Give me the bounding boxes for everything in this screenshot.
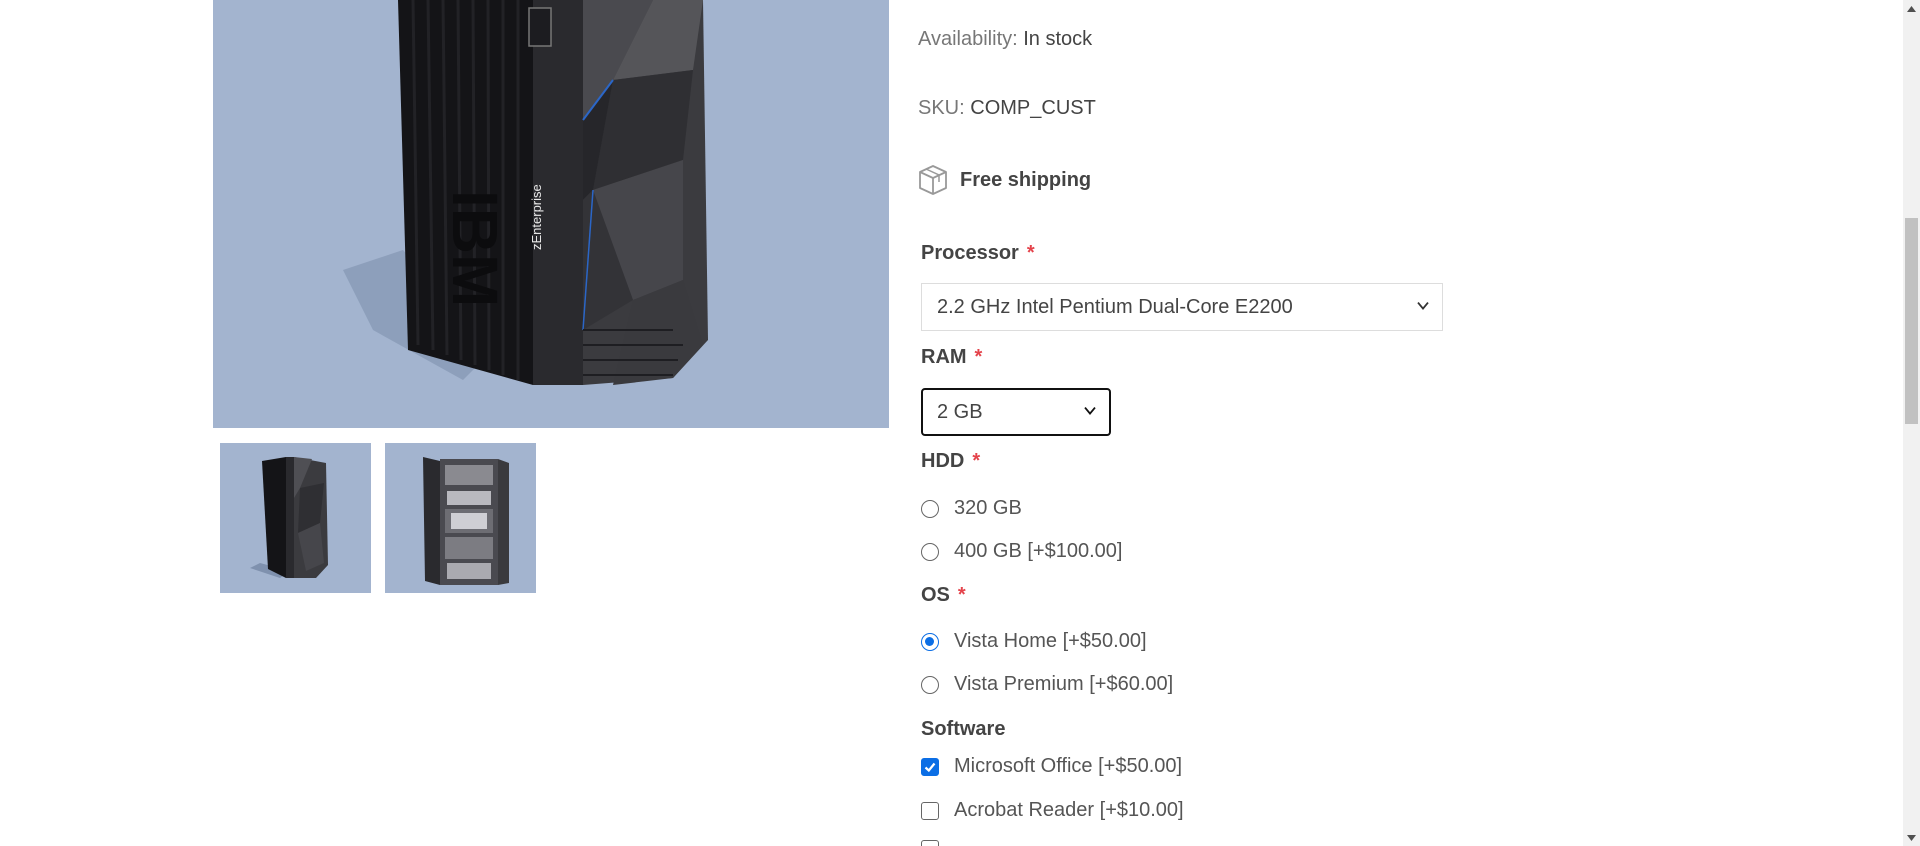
availability: Availability: In stock [918,28,1092,51]
software-option-microsoft-office[interactable]: Microsoft Office [+$50.00] [921,755,1182,778]
checkbox[interactable] [921,840,939,846]
radio-button[interactable] [921,499,939,518]
scrollbar-thumb[interactable] [1905,218,1918,424]
checkbox-checked[interactable] [921,757,939,776]
model-name: zEnterprise [529,184,544,250]
os-option-vista-premium[interactable]: Vista Premium [+$60.00] [921,673,1173,696]
processor-label-text: Processor [921,242,1019,264]
product-page: IBM zEnterprise Availability: In stock S… [0,0,1920,846]
server-open-thumb-image [385,443,536,593]
hdd-option-400gb[interactable]: 400 GB [+$100.00] [921,540,1122,563]
thumbnail-open[interactable] [385,443,536,593]
server-cabinet-image: IBM zEnterprise [213,0,889,428]
radio-button[interactable] [921,542,939,561]
software-label: Software [921,718,1005,741]
radio-button[interactable] [921,675,939,694]
ram-select[interactable]: 2 GB [921,388,1111,436]
scroll-up-arrow-icon[interactable] [1903,0,1920,17]
hdd-option-320gb[interactable]: 320 GB [921,497,1022,520]
ram-selected-value: 2 GB [937,400,983,423]
option-label: 400 GB [+$100.00] [954,540,1123,562]
hdd-label: HDD * [921,450,980,473]
software-option-partial[interactable] [921,840,939,846]
chevron-down-icon [1417,302,1429,311]
product-main-image[interactable]: IBM zEnterprise [213,0,889,428]
required-marker: * [972,450,981,472]
vertical-scrollbar[interactable] [1903,0,1920,846]
checkmark-icon [924,762,936,772]
availability-value: In stock [1023,28,1093,50]
processor-selected-value: 2.2 GHz Intel Pentium Dual-Core E2200 [937,295,1293,318]
required-marker: * [974,346,983,368]
free-shipping: Free shipping [918,164,1091,196]
software-label-text: Software [921,718,1006,740]
free-shipping-label: Free shipping [960,168,1092,191]
hdd-label-text: HDD [921,450,965,472]
checkbox[interactable] [921,801,939,820]
ram-label-text: RAM [921,346,967,368]
os-label-text: OS [921,584,950,606]
availability-label: Availability: [918,28,1018,50]
radio-button-checked[interactable] [921,632,939,651]
processor-select[interactable]: 2.2 GHz Intel Pentium Dual-Core E2200 [921,283,1443,331]
option-label: Vista Home [+$50.00] [954,630,1147,652]
sku-value: COMP_CUST [970,97,1096,119]
sku-label: SKU: [918,97,965,119]
software-option-acrobat-reader[interactable]: Acrobat Reader [+$10.00] [921,799,1184,822]
ibm-logo: IBM [439,190,511,307]
required-marker: * [957,584,966,606]
os-label: OS * [921,584,966,607]
option-label: Acrobat Reader [+$10.00] [954,799,1184,821]
scroll-down-arrow-icon[interactable] [1903,829,1920,846]
option-label: Microsoft Office [+$50.00] [954,755,1183,777]
processor-label: Processor * [921,242,1035,265]
chevron-down-icon [1084,407,1096,416]
option-label: Vista Premium [+$60.00] [954,673,1174,695]
thumbnail-front[interactable] [220,443,371,593]
option-label: 320 GB [954,497,1022,519]
package-box-icon [919,165,947,195]
sku: SKU: COMP_CUST [918,97,1096,120]
os-option-vista-home[interactable]: Vista Home [+$50.00] [921,630,1147,653]
required-marker: * [1026,242,1035,264]
ram-label: RAM * [921,346,982,369]
server-cabinet-thumb-image [220,443,371,593]
